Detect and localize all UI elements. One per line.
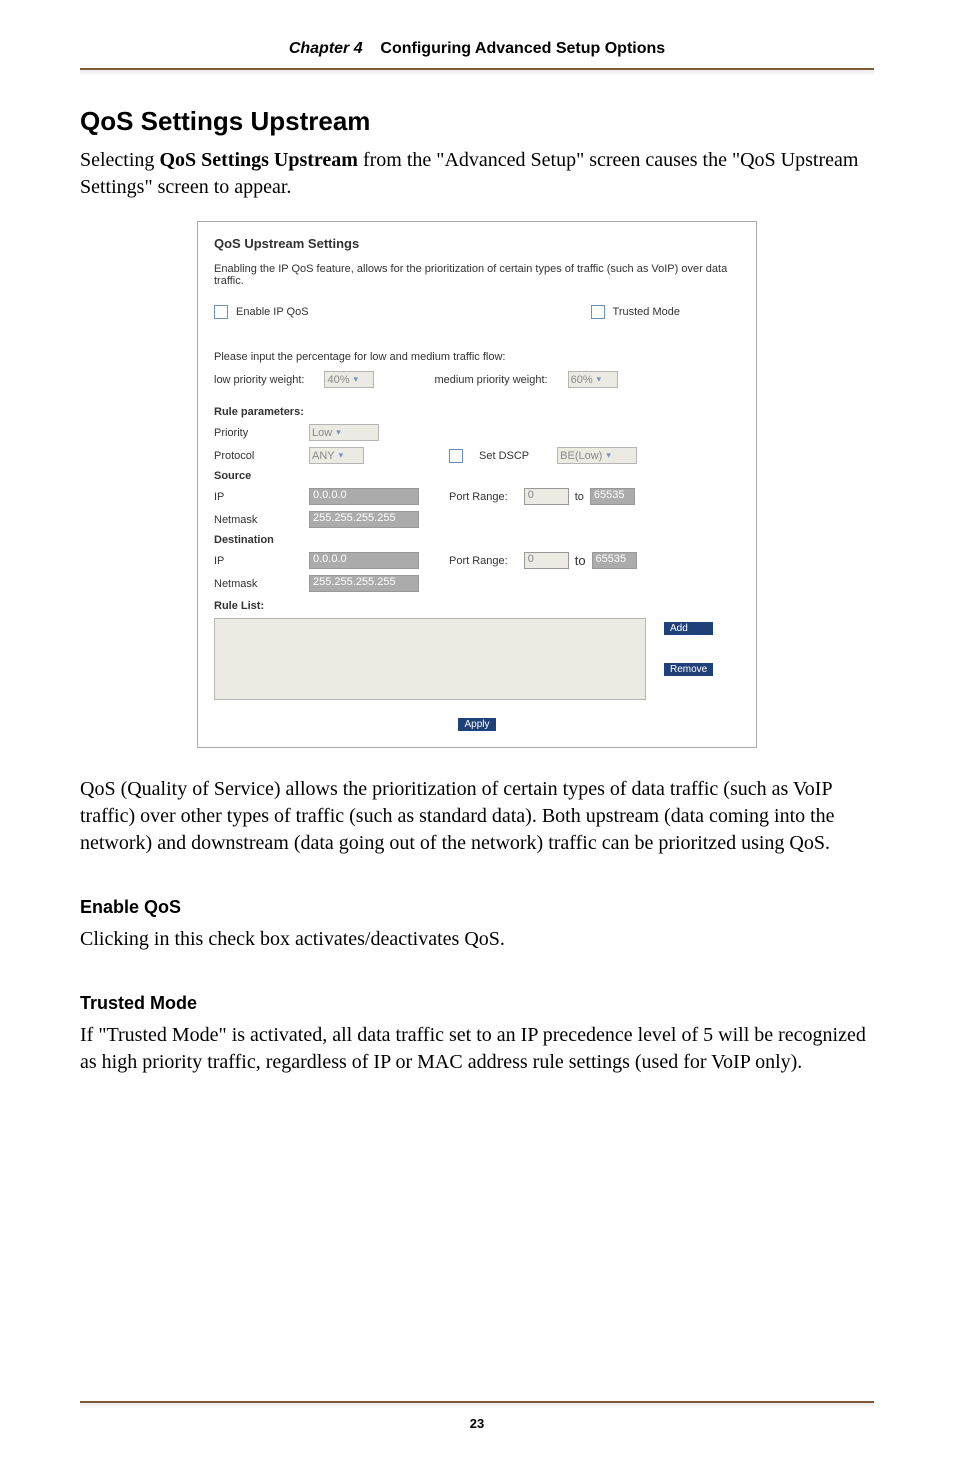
enable-ip-qos-label: Enable IP QoS [236, 306, 309, 318]
source-netmask-input[interactable]: 255.255.255.255 [309, 511, 419, 528]
destination-port-to-input[interactable]: 65535 [592, 552, 637, 569]
source-heading: Source [214, 470, 309, 482]
port-to-word: to [575, 491, 584, 503]
percentage-prompt: Please input the percentage for low and … [214, 351, 740, 363]
set-dscp-label: Set DSCP [479, 450, 529, 462]
header-rule-shadow [80, 70, 874, 76]
medium-priority-label: medium priority weight: [434, 374, 547, 386]
rule-parameters-heading: Rule parameters: [214, 406, 740, 418]
rule-list-heading: Rule List: [214, 600, 740, 612]
intro-text-1: Selecting [80, 149, 159, 171]
source-ip-label: IP [214, 491, 309, 503]
apply-button[interactable]: Apply [458, 718, 495, 731]
source-netmask-label: Netmask [214, 514, 309, 526]
destination-netmask-label: Netmask [214, 578, 309, 590]
qos-settings-screenshot: QoS Upstream Settings Enabling the IP Qo… [197, 221, 757, 748]
dscp-value: BE(Low) [560, 450, 602, 462]
source-port-range-label: Port Range: [449, 491, 508, 503]
destination-ip-input[interactable]: 0.0.0.0 [309, 552, 419, 569]
medium-priority-select[interactable]: 60% ▾ [568, 371, 618, 388]
trusted-mode-checkbox[interactable] [591, 305, 605, 319]
intro-text-strong: QoS Settings Upstream [159, 149, 358, 171]
priority-value: Low [312, 427, 332, 439]
trusted-mode-heading: Trusted Mode [80, 993, 874, 1014]
remove-button[interactable]: Remove [664, 663, 713, 676]
low-priority-label: low priority weight: [214, 374, 304, 386]
source-port-to-input[interactable]: 65535 [590, 488, 635, 505]
trusted-mode-text: If "Trusted Mode" is activated, all data… [80, 1022, 874, 1076]
screenshot-title: QoS Upstream Settings [214, 236, 740, 251]
chevron-down-icon: ▾ [606, 450, 611, 461]
chapter-header: Chapter 4 Configuring Advanced Setup Opt… [80, 40, 874, 70]
low-priority-value: 40% [327, 374, 349, 386]
destination-port-range-label: Port Range: [449, 555, 508, 567]
destination-port-from-input[interactable]: 0 [524, 552, 569, 569]
chevron-down-icon: ▾ [336, 427, 341, 438]
protocol-value: ANY [312, 450, 335, 462]
trusted-mode-label: Trusted Mode [613, 306, 680, 318]
enable-qos-text: Clicking in this check box activates/dea… [80, 926, 874, 953]
chapter-title: Configuring Advanced Setup Options [380, 40, 665, 57]
chevron-down-icon: ▾ [354, 374, 359, 385]
source-port-from-input[interactable]: 0 [524, 488, 569, 505]
intro-paragraph: Selecting QoS Settings Upstream from the… [80, 147, 874, 201]
screenshot-description: Enabling the IP QoS feature, allows for … [214, 263, 740, 287]
chapter-label: Chapter 4 [289, 40, 363, 57]
add-button[interactable]: Add [664, 622, 713, 635]
chevron-down-icon: ▾ [339, 450, 344, 461]
page-footer: 23 [0, 1401, 954, 1433]
source-ip-input[interactable]: 0.0.0.0 [309, 488, 419, 505]
chevron-down-icon: ▾ [597, 374, 602, 385]
destination-netmask-input[interactable]: 255.255.255.255 [309, 575, 419, 592]
protocol-select[interactable]: ANY ▾ [309, 447, 364, 464]
section-title: QoS Settings Upstream [80, 106, 874, 137]
set-dscp-checkbox[interactable] [449, 449, 463, 463]
port-to-word: to [575, 553, 586, 568]
medium-priority-value: 60% [571, 374, 593, 386]
enable-ip-qos-checkbox[interactable] [214, 305, 228, 319]
qos-description-paragraph: QoS (Quality of Service) allows the prio… [80, 776, 874, 857]
dscp-select[interactable]: BE(Low) ▾ [557, 447, 637, 464]
page-number: 23 [470, 1416, 484, 1431]
enable-qos-heading: Enable QoS [80, 897, 874, 918]
low-priority-select[interactable]: 40% ▾ [324, 371, 374, 388]
protocol-label: Protocol [214, 450, 309, 462]
priority-label: Priority [214, 427, 309, 439]
destination-heading: Destination [214, 534, 309, 546]
destination-ip-label: IP [214, 555, 309, 567]
rule-list-box[interactable] [214, 618, 646, 700]
priority-select[interactable]: Low ▾ [309, 424, 379, 441]
